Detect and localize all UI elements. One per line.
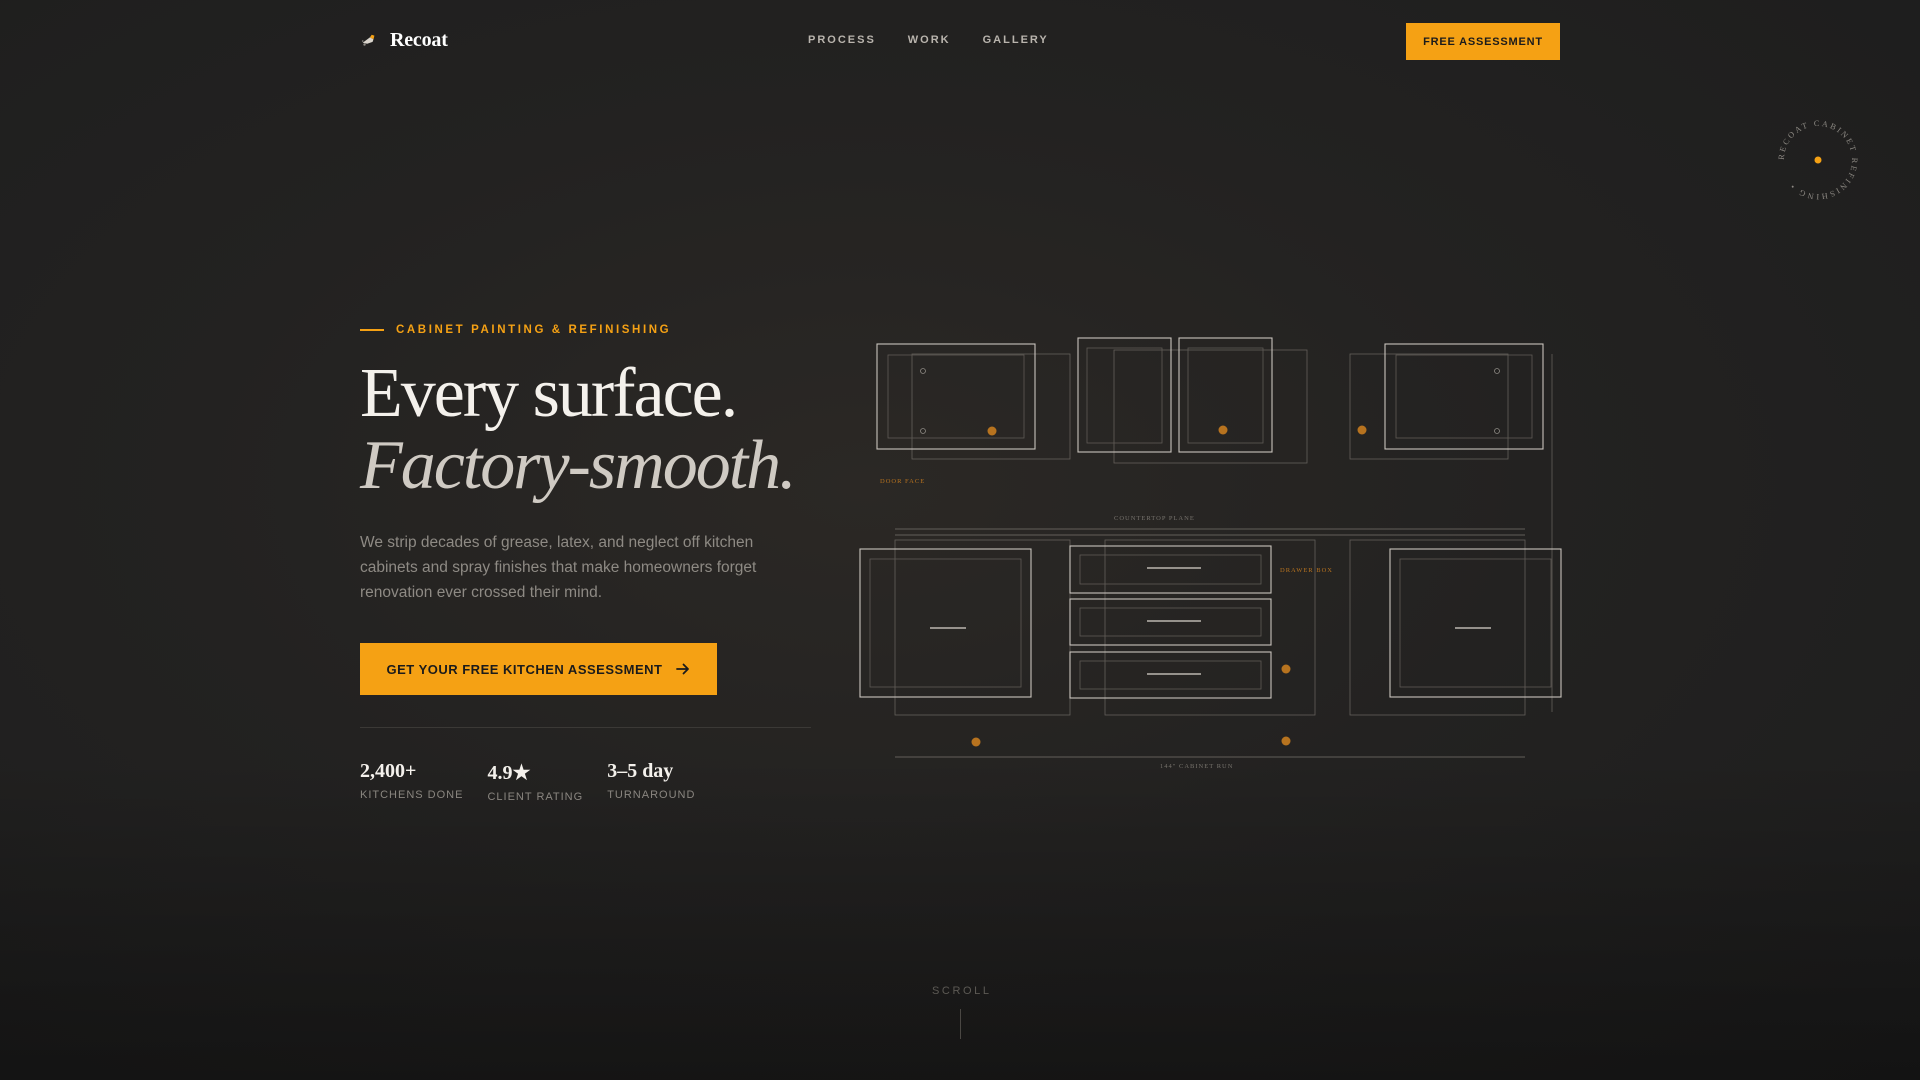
stat-label: TURNAROUND xyxy=(607,789,696,801)
knob xyxy=(1494,368,1500,374)
stat-label: CLIENT RATING xyxy=(487,791,584,803)
stat-turnaround: 3–5 day TURNAROUND xyxy=(607,760,695,803)
kitchen-assessment-button[interactable]: GET YOUR FREE KITCHEN ASSESSMENT xyxy=(360,643,717,695)
panel xyxy=(1395,354,1533,439)
panel xyxy=(1086,347,1163,444)
hero-headline: Every surface. Factory-smooth. xyxy=(360,355,797,504)
nav-link-work[interactable]: WORK xyxy=(908,34,951,46)
base-door-right xyxy=(1389,548,1562,698)
label-door-face: DOOR FACE xyxy=(880,478,925,485)
knob xyxy=(920,428,926,434)
upper-door-center-right xyxy=(1178,337,1273,453)
stat-value: 3–5 day xyxy=(607,760,674,782)
hero-description: We strip decades of grease, latex, and n… xyxy=(360,534,757,601)
upper-door-left xyxy=(876,343,1036,450)
stat-rating: 4.9★ CLIENT RATING xyxy=(487,760,583,803)
drawer-2 xyxy=(1069,598,1272,646)
stat-kitchens: 2,400+ KITCHENS DONE xyxy=(360,760,463,803)
upper-door-center-left xyxy=(1077,337,1172,453)
stat-value: 4.9★ xyxy=(487,762,531,784)
badge-center-dot xyxy=(1814,156,1822,164)
drawer-1 xyxy=(1069,545,1272,594)
scroll-line xyxy=(959,1009,961,1039)
free-assessment-button[interactable]: FREE ASSESSMENT xyxy=(1406,23,1560,60)
spray-dot xyxy=(1357,425,1367,435)
brand-name: Recoat xyxy=(390,29,448,51)
spray-gun-icon xyxy=(361,34,375,46)
label-cabinet-run: 144" CABINET RUN xyxy=(1160,763,1233,770)
headline-line-1: Every surface. xyxy=(360,355,738,432)
base-back-right xyxy=(1349,539,1526,716)
label-drawer-box: DRAWER BOX xyxy=(1280,567,1333,574)
diagram-inner-panels xyxy=(869,347,1552,690)
scroll-label: SCROLL xyxy=(932,985,992,997)
base-back-left xyxy=(894,539,1071,716)
base-door-left xyxy=(859,548,1032,698)
drawer-3 xyxy=(1069,651,1272,699)
eyebrow-rule xyxy=(360,329,384,331)
stat-label: KITCHENS DONE xyxy=(360,789,464,801)
upper-door-right xyxy=(1384,343,1544,450)
stat-value: 2,400+ xyxy=(360,760,417,782)
hero-eyebrow: CABINET PAINTING & REFINISHING xyxy=(360,324,671,336)
rotating-text-badge: RECOAT CABINET REFINISHING • xyxy=(1777,119,1857,201)
diagram-guide-lines xyxy=(895,528,1525,758)
panel xyxy=(1399,558,1552,688)
eyebrow-text: CABINET PAINTING & REFINISHING xyxy=(396,324,672,336)
brand-logo[interactable]: Recoat xyxy=(360,29,448,52)
upper-back-left xyxy=(911,353,1071,460)
diagram-back-frames xyxy=(894,349,1553,716)
upper-back-right xyxy=(1349,353,1509,460)
arrow-right-icon xyxy=(675,663,689,675)
spray-dot xyxy=(1218,425,1228,435)
stats-divider xyxy=(360,727,811,728)
top-navigation: Recoat PROCESS WORK GALLERY FREE ASSESSM… xyxy=(360,23,1560,61)
cabinet-blueprint-diagram: DOOR FACE COUNTERTOP PLANE DRAWER BOX 14… xyxy=(859,337,1562,770)
spray-dot xyxy=(987,426,997,436)
scroll-indicator[interactable]: SCROLL xyxy=(932,985,992,1039)
panel xyxy=(887,354,1025,439)
panel xyxy=(1079,554,1262,585)
nav-links: PROCESS WORK GALLERY xyxy=(808,34,1049,46)
knob xyxy=(920,368,926,374)
diagram-front-frames xyxy=(859,337,1562,699)
nav-link-process[interactable]: PROCESS xyxy=(808,34,876,46)
upper-back-center xyxy=(1113,349,1308,464)
panel xyxy=(1079,660,1262,690)
nav-link-gallery[interactable]: GALLERY xyxy=(983,34,1049,46)
knob xyxy=(1494,428,1500,434)
kitchen-assessment-label: GET YOUR FREE KITCHEN ASSESSMENT xyxy=(386,661,663,677)
panel xyxy=(1079,607,1262,637)
spray-dot xyxy=(1281,736,1291,746)
panel xyxy=(869,558,1022,688)
headline-line-2: Factory-smooth. xyxy=(360,427,797,504)
spray-dot xyxy=(971,737,981,747)
label-countertop-plane: COUNTERTOP PLANE xyxy=(1114,515,1195,522)
stats-row: 2,400+ KITCHENS DONE 4.9★ CLIENT RATING … xyxy=(360,760,695,803)
diagram-knobs xyxy=(920,368,1500,434)
spray-dot xyxy=(1281,664,1291,674)
